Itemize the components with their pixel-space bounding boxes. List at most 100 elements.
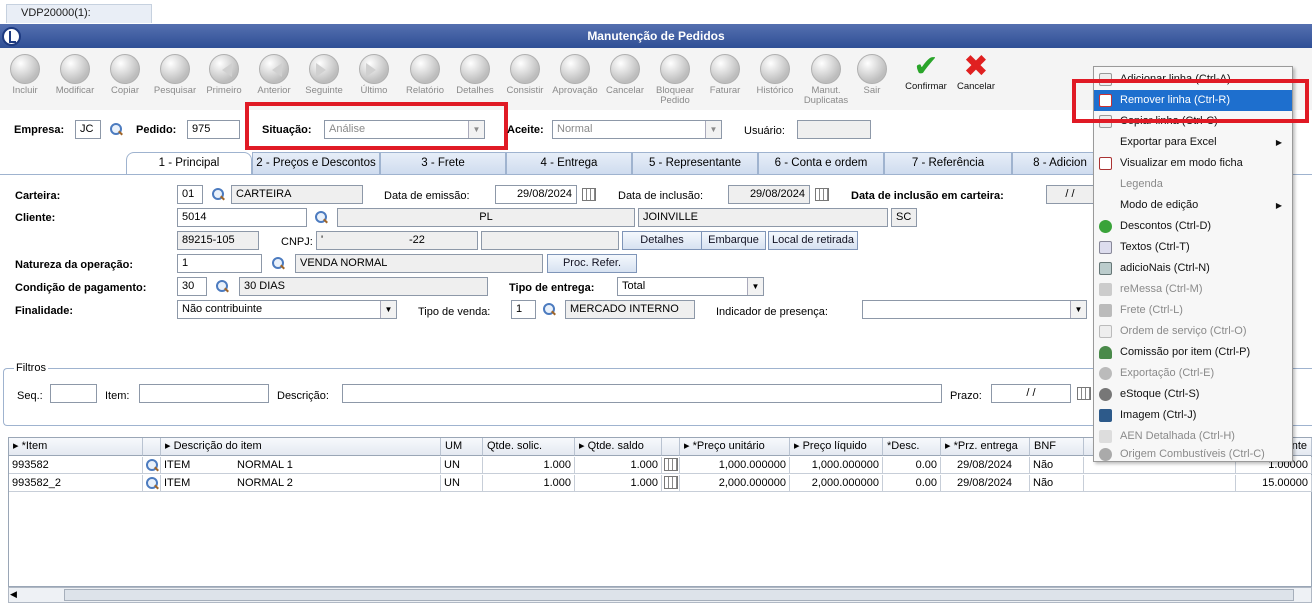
- tipo-entrega-select[interactable]: Total ▼: [617, 277, 764, 296]
- row-search-icon[interactable]: [143, 475, 161, 492]
- carteira-code-field[interactable]: 01: [177, 185, 203, 204]
- condicao-search-icon[interactable]: [215, 279, 229, 293]
- descricao-filter-input[interactable]: [342, 384, 942, 403]
- cell-qtde-solic[interactable]: 1.000: [483, 457, 575, 474]
- row-search-icon[interactable]: [143, 457, 161, 474]
- col-prz-entrega[interactable]: ▸ *Prz. entrega: [941, 438, 1030, 456]
- cell-um[interactable]: UN: [441, 475, 483, 492]
- cell-descricao[interactable]: ITEM NORMAL 1: [161, 457, 441, 474]
- menu-comissao-item[interactable]: Comissão por item (Ctrl-P): [1094, 342, 1292, 363]
- item-filter-input[interactable]: [139, 384, 269, 403]
- document-tab[interactable]: VDP20000(1):: [6, 4, 152, 23]
- tab-referencia[interactable]: 7 - Referência: [884, 152, 1012, 174]
- cell-qtde-saldo[interactable]: 1.000: [575, 475, 662, 492]
- menu-visualizar-ficha[interactable]: Visualizar em modo ficha: [1094, 153, 1292, 174]
- cell-item[interactable]: 993582: [9, 457, 143, 474]
- col-descricao[interactable]: ▸ Descrição do item: [161, 438, 441, 456]
- prazo-filter-input[interactable]: / /: [991, 384, 1071, 403]
- manut-duplicatas-button[interactable]: Manut. Duplicatas: [800, 48, 852, 108]
- cell-hidden[interactable]: [1084, 475, 1236, 492]
- grid-icon[interactable]: [662, 457, 680, 474]
- menu-origem-combustiveis[interactable]: Origem Combustíveis (Ctrl-C): [1094, 447, 1292, 461]
- aprovacao-button[interactable]: Aprovação: [550, 48, 600, 108]
- seguinte-button[interactable]: Seguinte: [302, 48, 346, 108]
- tab-representante[interactable]: 5 - Representante: [632, 152, 758, 174]
- menu-modo-edicao[interactable]: Modo de edição ▶: [1094, 195, 1292, 216]
- col-desc[interactable]: *Desc.: [883, 438, 941, 456]
- cell-prz-entrega[interactable]: 29/08/2024: [941, 475, 1030, 492]
- menu-exportacao[interactable]: Exportação (Ctrl-E): [1094, 363, 1292, 384]
- embarque-button[interactable]: Embarque: [701, 231, 766, 250]
- primeiro-button[interactable]: Primeiro: [202, 48, 246, 108]
- tab-frete[interactable]: 3 - Frete: [380, 152, 506, 174]
- cell-preco-unitario[interactable]: 2,000.000000: [680, 475, 790, 492]
- col-preco-unitario[interactable]: ▸ *Preço unitário: [680, 438, 790, 456]
- cell-um[interactable]: UN: [441, 457, 483, 474]
- tab-conta-ordem[interactable]: 6 - Conta e ordem: [758, 152, 884, 174]
- tipo-venda-search-icon[interactable]: [542, 302, 556, 316]
- cell-preco-liquido[interactable]: 1,000.000000: [790, 457, 883, 474]
- cell-qtde-solic[interactable]: 1.000: [483, 475, 575, 492]
- cell-desc[interactable]: 0.00: [883, 475, 941, 492]
- cell-qtde-saldo[interactable]: 1.000: [575, 457, 662, 474]
- cell-descricao[interactable]: ITEM NORMAL 2: [161, 475, 441, 492]
- grid-icon[interactable]: [662, 475, 680, 492]
- tipo-venda-code-field[interactable]: 1: [511, 300, 536, 319]
- usuario-field[interactable]: [797, 120, 871, 139]
- aceite-select[interactable]: Normal ▼: [552, 120, 722, 139]
- proc-refer-button[interactable]: Proc. Refer.: [547, 254, 637, 273]
- situacao-select[interactable]: Análise ▼: [324, 120, 485, 139]
- emissao-field[interactable]: 29/08/2024: [495, 185, 577, 204]
- cell-desc[interactable]: 0.00: [883, 457, 941, 474]
- menu-ordem-servico[interactable]: Ordem de serviço (Ctrl-O): [1094, 321, 1292, 342]
- col-bnf[interactable]: BNF: [1030, 438, 1084, 456]
- bloquear-pedido-button[interactable]: Bloquear Pedido: [652, 48, 698, 108]
- presenca-select[interactable]: ▼: [862, 300, 1087, 319]
- cliente-search-icon[interactable]: [314, 210, 328, 224]
- seq-filter-input[interactable]: [50, 384, 97, 403]
- cancelar-pedido-button[interactable]: Cancelar: [602, 48, 648, 108]
- natureza-search-icon[interactable]: [271, 256, 285, 270]
- menu-frete[interactable]: Frete (Ctrl-L): [1094, 300, 1292, 321]
- detalhes-button[interactable]: Detalhes: [452, 48, 498, 108]
- col-item[interactable]: ▸ *Item: [9, 438, 143, 456]
- cliente-code-field[interactable]: 5014: [177, 208, 307, 227]
- carteira-search-icon[interactable]: [211, 187, 225, 201]
- copiar-button[interactable]: Copiar: [104, 48, 146, 108]
- confirmar-button[interactable]: ✔ Confirmar: [902, 48, 950, 108]
- menu-exportar-excel[interactable]: Exportar para Excel ▶: [1094, 132, 1292, 153]
- consistir-button[interactable]: Consistir: [502, 48, 548, 108]
- menu-descontos[interactable]: Descontos (Ctrl-D): [1094, 216, 1292, 237]
- historico-button[interactable]: Histórico: [752, 48, 798, 108]
- tab-precos-descontos[interactable]: 2 - Preços e Descontos: [252, 152, 380, 174]
- incluir-button[interactable]: Incluir: [4, 48, 46, 108]
- detalhes-button[interactable]: Detalhes: [622, 231, 702, 250]
- relatorio-button[interactable]: Relatório: [402, 48, 448, 108]
- cell-preco-liquido[interactable]: 2,000.000000: [790, 475, 883, 492]
- cell-item[interactable]: 993582_2: [9, 475, 143, 492]
- menu-remessa[interactable]: reMessa (Ctrl-M): [1094, 279, 1292, 300]
- cell-bnf[interactable]: Não: [1030, 457, 1084, 474]
- ultimo-button[interactable]: Último: [352, 48, 396, 108]
- anterior-button[interactable]: Anterior: [252, 48, 296, 108]
- calendar-icon[interactable]: [1077, 387, 1091, 400]
- menu-textos[interactable]: Textos (Ctrl-T): [1094, 237, 1292, 258]
- tab-entrega[interactable]: 4 - Entrega: [506, 152, 632, 174]
- natureza-code-field[interactable]: 1: [177, 254, 262, 273]
- cell-preco-unitario[interactable]: 1,000.000000: [680, 457, 790, 474]
- menu-adicionais[interactable]: adicioNais (Ctrl-N): [1094, 258, 1292, 279]
- col-preco-liquido[interactable]: ▸ Preço líquido: [790, 438, 883, 456]
- calendar-icon[interactable]: [815, 188, 829, 201]
- menu-aen-detalhada[interactable]: AEN Detalhada (Ctrl-H): [1094, 426, 1292, 447]
- scroll-left-icon[interactable]: ◀: [10, 589, 17, 600]
- pesquisar-button[interactable]: Pesquisar: [150, 48, 200, 108]
- col-qtde-solic[interactable]: Qtde. solic.: [483, 438, 575, 456]
- col-um[interactable]: UM: [441, 438, 483, 456]
- condicao-code-field[interactable]: 30: [177, 277, 207, 296]
- empresa-search-icon[interactable]: [109, 122, 123, 136]
- cell-extra[interactable]: 15.00000: [1236, 475, 1312, 492]
- cancelar-button[interactable]: ✖ Cancelar: [953, 48, 999, 108]
- cell-prz-entrega[interactable]: 29/08/2024: [941, 457, 1030, 474]
- menu-estoque[interactable]: eStoque (Ctrl-S): [1094, 384, 1292, 405]
- scrollbar-thumb[interactable]: [64, 589, 1294, 601]
